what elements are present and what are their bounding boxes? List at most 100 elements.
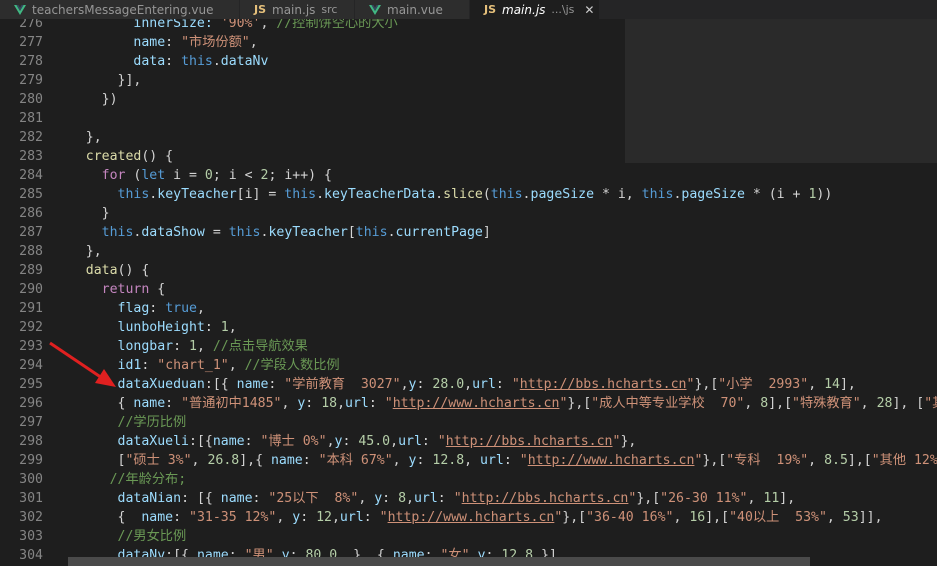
code-token: , — [196, 339, 213, 354]
code-token: name — [141, 510, 174, 525]
code-token: , — [400, 377, 409, 392]
code-token: dataXueli — [117, 434, 189, 449]
tab-label: main.vue — [387, 2, 443, 17]
code-token: this — [181, 54, 213, 69]
code-token: this — [228, 225, 261, 240]
code-token: http://bbs.hcharts.cn — [519, 377, 687, 392]
code-token: : — [165, 35, 182, 50]
code-line[interactable]: 303 //男女比例 — [0, 527, 937, 546]
code-token: " — [384, 396, 393, 411]
code-token: , — [826, 510, 843, 525]
code-line[interactable]: 300 //年龄分布; — [0, 470, 937, 489]
code-token: dataNv — [220, 54, 269, 69]
code-token: },[ — [694, 377, 719, 392]
code-token: //学段人数比例 — [244, 358, 340, 373]
code-line[interactable]: 298 dataXueli:[{name: "博士 0%",y: 45.0,ur… — [0, 432, 937, 451]
tab-path-hint: ...\js — [551, 3, 575, 16]
tab-main-vue[interactable]: main.vue — [355, 0, 470, 19]
code-line[interactable]: 301 dataNian: [{ name: "25以下 8%", y: 8,u… — [0, 489, 937, 508]
code-token: "chart_1" — [157, 358, 229, 373]
code-token: : — [204, 320, 221, 335]
code-line[interactable]: 302 { name: "31-35 12%", y: 12,url: "htt… — [0, 508, 937, 527]
red-arrow-annotation — [49, 341, 116, 387]
code-token: 14 — [824, 377, 840, 392]
code-token: " — [437, 434, 446, 449]
code-token: ], — [779, 491, 796, 506]
code-token: //点击导航效果 — [212, 339, 308, 354]
code-token: y — [374, 491, 383, 506]
code-token: . — [316, 187, 325, 202]
code-token: "25以下 8%" — [268, 491, 359, 506]
code-token: , — [337, 396, 346, 411]
code-token: "专科 19%" — [726, 453, 809, 468]
code-token: 18 — [321, 396, 338, 411]
code-token: dataNian — [117, 491, 182, 506]
line-code: //男女比例 — [54, 527, 187, 546]
close-icon[interactable]: ✕ — [584, 3, 594, 17]
code-token: name — [220, 491, 253, 506]
horizontal-scrollbar[interactable] — [68, 557, 810, 566]
code-token: 0 — [204, 168, 213, 183]
code-token: 26.8 — [207, 453, 240, 468]
code-token: " — [453, 491, 462, 506]
code-token: : — [495, 377, 512, 392]
code-token: : — [368, 396, 385, 411]
code-token: , — [464, 453, 481, 468]
code-token: . — [387, 225, 396, 240]
code-token: ( — [482, 187, 491, 202]
code-token: : — [302, 453, 319, 468]
tab-teachers-message-entering[interactable]: teachersMessageEntering.vue — [0, 0, 240, 19]
tab-bar: teachersMessageEntering.vue JS main.js src… — [0, 0, 937, 19]
line-number: 302 — [19, 510, 43, 525]
code-token: :[{ — [189, 434, 213, 449]
code-token: 1 — [220, 320, 229, 335]
tab-main-js-active[interactable]: JS main.js ...\js ✕ — [470, 0, 600, 19]
code-token: //年龄分布; — [109, 472, 187, 487]
code-token: keyTeacher — [157, 187, 237, 202]
code-token: :[{ — [204, 377, 237, 392]
code-token: : — [416, 377, 433, 392]
code-token: "31-35 12%" — [189, 510, 277, 525]
code-token: * (i + — [744, 187, 809, 202]
code-token: currentPage — [395, 225, 483, 240]
code-token: , — [392, 453, 409, 468]
code-token: = — [204, 225, 229, 240]
code-token: : — [244, 434, 261, 449]
js-icon: JS — [254, 3, 267, 16]
code-token: : — [268, 377, 285, 392]
code-token: this — [355, 225, 388, 240]
code-token: ],{ — [239, 453, 271, 468]
code-token: , — [228, 320, 237, 335]
line-code: { name: "31-35 12%", y: 12,url: "http://… — [54, 508, 883, 527]
line-code: { name: "普通初中1485", y: 18,url: "http://w… — [54, 394, 937, 413]
line-code: this.keyTeacher[i] = this.keyTeacherData… — [54, 185, 833, 204]
code-line[interactable]: 299 ["硕士 3%", 26.8],{ name: "本科 67%", y:… — [0, 451, 937, 470]
tab-main-js-src[interactable]: JS main.js src — [240, 0, 355, 19]
code-token: ], — [839, 377, 856, 392]
code-token: },[ — [636, 491, 661, 506]
code-token: " — [519, 453, 528, 468]
code-token: ; i++) { — [268, 168, 332, 183]
code-token: },[ — [562, 510, 587, 525]
code-token: 12.8 — [432, 453, 465, 468]
code-token: , — [281, 396, 298, 411]
code-token: url — [472, 377, 496, 392]
tab-path-hint: src — [321, 3, 338, 16]
code-editor[interactable]: 304 dataNv:[{ name: "男",y: 80.0, }, { na… — [0, 19, 937, 566]
code-token: , — [673, 510, 690, 525]
code-token: "硕士 3%" — [125, 453, 192, 468]
code-token: , — [249, 35, 258, 50]
code-token: i = — [165, 168, 205, 183]
code-token: : — [252, 491, 269, 506]
code-token: name — [212, 434, 245, 449]
code-token: : — [382, 491, 399, 506]
code-token: , — [406, 491, 414, 506]
code-token: 53 — [842, 510, 859, 525]
code-token: : — [342, 434, 359, 449]
code-token: : — [503, 453, 520, 468]
code-token: , — [747, 491, 764, 506]
line-number: 303 — [19, 529, 43, 544]
code-token: ; i < — [212, 168, 261, 183]
